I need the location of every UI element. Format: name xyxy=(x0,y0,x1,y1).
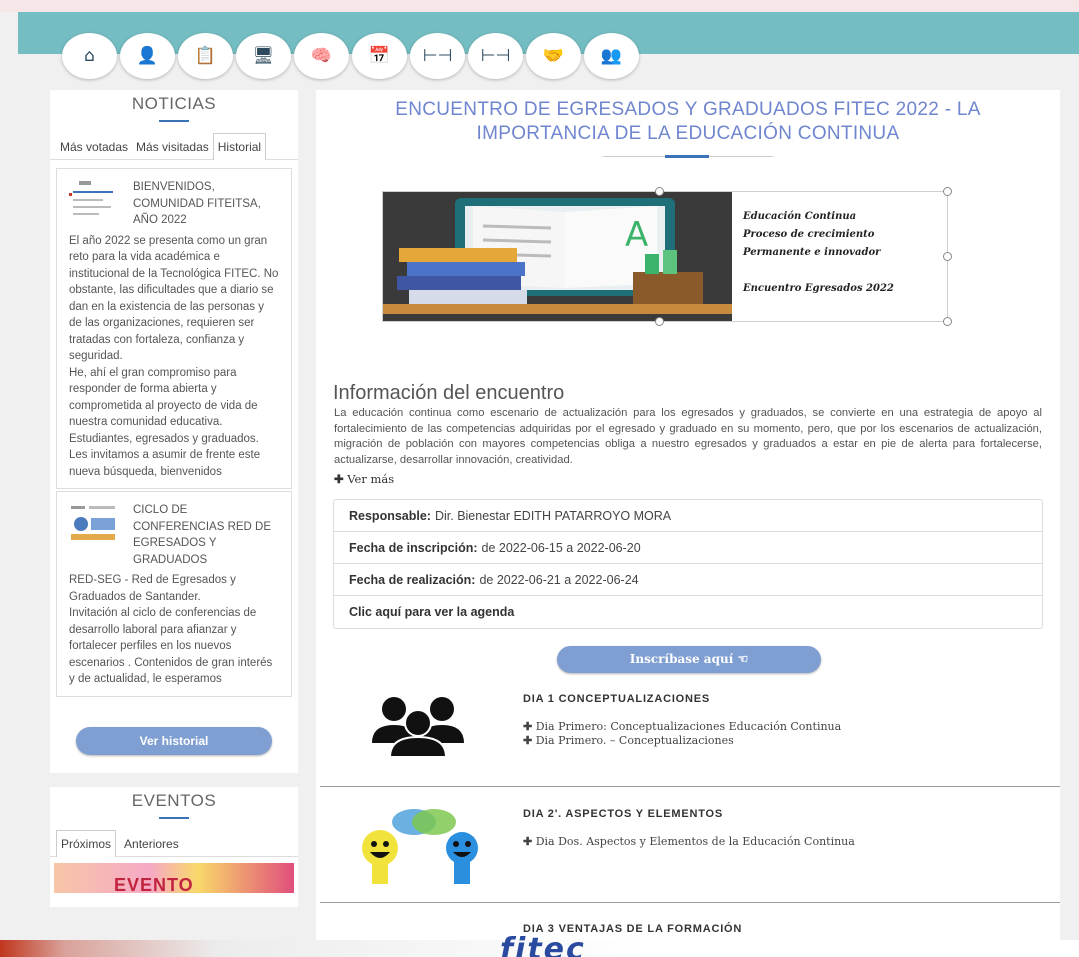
news-tabs: Más votadas Más visitadas Historial xyxy=(50,132,298,160)
realizacion-row: Fecha de realización: de 2022-06-21 a 202… xyxy=(334,564,1042,596)
resize-handle[interactable] xyxy=(655,317,664,326)
tab-proximos[interactable]: Próximos xyxy=(56,829,117,857)
top-strip xyxy=(0,0,1079,12)
resize-handle[interactable] xyxy=(943,252,952,261)
day-1-link[interactable]: ✚ Dia Primero. – Conceptualizaciones xyxy=(523,734,841,748)
handshake-icon[interactable]: 🤝 xyxy=(526,33,581,79)
news-item-body: RED-SEG - Red de Egresados y Graduados d… xyxy=(69,574,273,685)
idea-head-icon[interactable]: 🧠 xyxy=(294,33,349,79)
event-banner: A Educación Continua Proceso de crecimie… xyxy=(382,187,952,326)
title-underline xyxy=(159,120,189,122)
main-content: ENCUENTRO DE EGRESADOS Y GRADUADOS FITEC… xyxy=(316,90,1060,950)
title-underline xyxy=(603,155,773,158)
tab-mas-votadas[interactable]: Más votadas xyxy=(56,134,132,159)
pointer-hand-icon: ☜ xyxy=(737,652,749,666)
page-title: ENCUENTRO DE EGRESADOS Y GRADUADOS FITEC… xyxy=(395,99,981,144)
resize-handle[interactable] xyxy=(943,187,952,196)
event-image[interactable]: EVENTO xyxy=(54,862,294,893)
news-item-body: El año 2022 se presenta como un gran ret… xyxy=(69,234,279,478)
day-2-items: ✚ Dia Dos. Aspectos y Elementos de la Ed… xyxy=(523,835,855,849)
ver-historial-button[interactable]: Ver historial xyxy=(76,726,272,755)
news-item[interactable]: BIENVENIDOS, COMUNIDAD FITEITSA, AÑO 202… xyxy=(56,168,292,489)
ver-mas-link[interactable]: ✚ Ver más xyxy=(334,472,394,486)
events-tabs: Próximos Anteriores xyxy=(50,829,298,857)
inscripcion-row: Fecha de inscripción: de 2022-06-15 a 202… xyxy=(334,532,1042,564)
news-item[interactable]: CICLO DE CONFERENCIAS RED DE EGRESADOS Y… xyxy=(56,491,292,697)
inscribase-button[interactable]: Inscríbase aquí ☜ xyxy=(557,646,821,673)
day-1-link[interactable]: ✚ Dia Primero: Conceptualizaciones Educa… xyxy=(523,720,841,734)
day-2-link[interactable]: ✚ Dia Dos. Aspectos y Elementos de la Ed… xyxy=(523,835,855,849)
svg-text:A: A xyxy=(625,215,648,255)
calendar-icon[interactable]: 📅 xyxy=(352,33,407,79)
clipboard-icon[interactable]: 📋 xyxy=(178,33,233,79)
left-sidebar: NOTICIAS Más votadas Más visitadas Histo… xyxy=(50,90,298,907)
user-icon[interactable]: 👤 xyxy=(120,33,175,79)
news-item-title[interactable]: BIENVENIDOS, COMUNIDAD FITEITSA, AÑO 202… xyxy=(133,179,279,229)
title-underline xyxy=(159,816,189,819)
banner-text: Educación Continua Proceso de crecimient… xyxy=(743,211,894,294)
talking-faces-icon xyxy=(362,809,478,884)
resize-handle[interactable] xyxy=(943,317,952,326)
news-thumbnail xyxy=(71,506,115,540)
event-details: Responsable: Dir. Bienestar EDITH PATARRO… xyxy=(333,499,1043,629)
day-1-title: DIA 1 CONCEPTUALIZACIONES xyxy=(523,693,711,705)
home-icon[interactable]: ⌂ xyxy=(62,33,117,79)
people-link-icon-2[interactable]: ⊢⊣ xyxy=(468,33,523,79)
group-icon[interactable]: 👥 xyxy=(584,33,639,79)
responsable-row: Responsable: Dir. Bienestar EDITH PATARRO… xyxy=(334,500,1042,532)
tab-anteriores[interactable]: Anteriores xyxy=(120,831,183,856)
books-illustration: A xyxy=(383,192,732,321)
day-2-title: DIA 2'. ASPECTOS Y ELEMENTOS xyxy=(523,808,724,820)
news-title: NOTICIAS xyxy=(131,94,217,113)
section-divider xyxy=(320,902,1060,903)
info-heading: Información del encuentro xyxy=(333,382,565,404)
news-item-title[interactable]: CICLO DE CONFERENCIAS RED DE EGRESADOS Y… xyxy=(133,502,279,568)
tab-mas-visitadas[interactable]: Más visitadas xyxy=(132,134,213,159)
news-panel: NOTICIAS Más votadas Más visitadas Histo… xyxy=(50,90,298,773)
section-divider xyxy=(320,786,1060,787)
event-image-text: EVENTO xyxy=(114,874,194,893)
day-1-items: ✚ Dia Primero: Conceptualizaciones Educa… xyxy=(523,720,841,748)
fitec-logo: fitec xyxy=(500,932,586,957)
banner-illustration: A xyxy=(383,192,732,321)
main-nav: ⌂ 👤 📋 🖥 🧠 📅 ⊢⊣ ⊢⊣ 🤝 👥 xyxy=(62,33,639,79)
events-panel: EVENTOS Próximos Anteriores EVENTO xyxy=(50,786,298,907)
monitor-icon[interactable]: 🖥 xyxy=(236,33,291,79)
group-people-icon xyxy=(372,697,464,757)
news-thumbnail xyxy=(69,181,113,215)
tab-historial[interactable]: Historial xyxy=(212,133,267,160)
people-link-icon[interactable]: ⊢⊣ xyxy=(410,33,465,79)
info-text: La educación continua como escenario de … xyxy=(334,407,1042,466)
events-title: EVENTOS xyxy=(131,790,217,810)
resize-handle[interactable] xyxy=(655,187,664,196)
agenda-link[interactable]: Clic aquí para ver la agenda xyxy=(334,596,1042,628)
